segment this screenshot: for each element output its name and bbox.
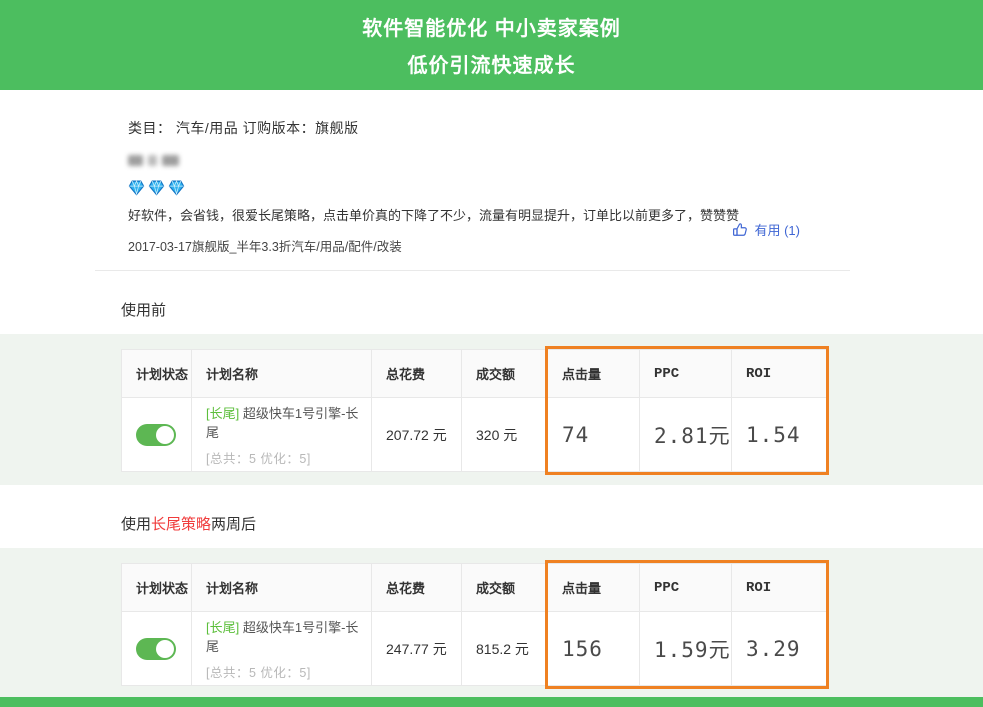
section-title-text: 使用 bbox=[121, 516, 151, 533]
col-header-roi: ROI bbox=[732, 350, 828, 398]
status-cell bbox=[122, 398, 192, 472]
diamond-icon bbox=[148, 179, 165, 196]
thumbs-up-icon bbox=[731, 221, 749, 239]
deal-amount-cell: 815.2 元 bbox=[462, 612, 548, 686]
col-header-ppc: PPC bbox=[640, 350, 732, 398]
toggle-knob bbox=[156, 640, 174, 658]
banner-title-line1: 软件智能优化 中小卖家案例 bbox=[362, 12, 621, 41]
header-banner: 软件智能优化 中小卖家案例 低价引流快速成长 bbox=[0, 0, 983, 90]
table-wrap-after: 计划状态 计划名称 总花费 成交额 点击量 PPC ROI [长尾] 超级快车1… bbox=[121, 563, 827, 686]
col-header-ppc: PPC bbox=[640, 564, 732, 612]
review-block: 类目： 汽车/用品 订购版本：旗舰版 好软件，会省钱，很爱长尾策略，点击单价真的… bbox=[0, 90, 983, 270]
col-header-clicks: 点击量 bbox=[548, 564, 640, 612]
blurred-username bbox=[128, 155, 983, 166]
col-header-cost: 总花费 bbox=[372, 350, 462, 398]
col-header-status: 计划状态 bbox=[122, 564, 192, 612]
col-header-deal: 成交额 bbox=[462, 564, 548, 612]
col-header-deal: 成交额 bbox=[462, 350, 548, 398]
clicks-cell: 74 bbox=[548, 398, 640, 472]
roi-cell: 3.29 bbox=[732, 612, 828, 686]
divider bbox=[95, 270, 850, 271]
plan-name-cell: [长尾] 超级快车1号引擎-长尾 [总共：5 优化：5] bbox=[192, 398, 372, 472]
col-header-roi: ROI bbox=[732, 564, 828, 612]
section-title-text: 使用前 bbox=[121, 302, 166, 319]
review-text: 好软件，会省钱，很爱长尾策略，点击单价真的下降了不少，流量有明显提升，订单比以前… bbox=[128, 205, 983, 224]
section-title-before: 使用前 bbox=[121, 299, 983, 320]
footer-bar bbox=[0, 697, 983, 707]
col-header-status: 计划状态 bbox=[122, 350, 192, 398]
table-band-after: 计划状态 计划名称 总花费 成交额 点击量 PPC ROI [长尾] 超级快车1… bbox=[0, 548, 983, 699]
ppc-cell: 2.81元 bbox=[640, 398, 732, 472]
table-row: [长尾] 超级快车1号引擎-长尾 [总共：5 优化：5] 207.72 元 32… bbox=[122, 398, 828, 472]
banner-title-line2: 低价引流快速成长 bbox=[408, 49, 576, 78]
plan-sub: [总共：5 优化：5] bbox=[206, 662, 371, 681]
total-cost-cell: 207.72 元 bbox=[372, 398, 462, 472]
table-row: [长尾] 超级快车1号引擎-长尾 [总共：5 优化：5] 247.77 元 81… bbox=[122, 612, 828, 686]
helpful-label: 有用 (1) bbox=[754, 220, 800, 239]
ppc-cell: 1.59元 bbox=[640, 612, 732, 686]
section-title-after: 使用长尾策略两周后 bbox=[121, 513, 983, 534]
col-header-cost: 总花费 bbox=[372, 564, 462, 612]
plan-status-toggle[interactable] bbox=[136, 638, 176, 660]
diamond-icon bbox=[128, 179, 145, 196]
table-band-before: 计划状态 计划名称 总花费 成交额 点击量 PPC ROI [长尾] 超级快车1… bbox=[0, 334, 983, 485]
table-header-row: 计划状态 计划名称 总花费 成交额 点击量 PPC ROI bbox=[122, 350, 828, 398]
table-header-row: 计划状态 计划名称 总花费 成交额 点击量 PPC ROI bbox=[122, 564, 828, 612]
plan-tag: [长尾] bbox=[206, 406, 239, 421]
category-meta: 类目： 汽车/用品 订购版本：旗舰版 bbox=[128, 118, 983, 138]
plan-status-toggle[interactable] bbox=[136, 424, 176, 446]
plan-sub: [总共：5 优化：5] bbox=[206, 448, 371, 467]
review-date-line: 2017-03-17旗舰版_半年3.3折汽车/用品/配件/改装 bbox=[128, 236, 983, 255]
helpful-button[interactable]: 有用 (1) bbox=[731, 220, 800, 239]
plan-table-after: 计划状态 计划名称 总花费 成交额 点击量 PPC ROI [长尾] 超级快车1… bbox=[121, 563, 828, 686]
total-cost-cell: 247.77 元 bbox=[372, 612, 462, 686]
roi-cell: 1.54 bbox=[732, 398, 828, 472]
section-title-red: 长尾策略 bbox=[151, 516, 211, 533]
col-header-clicks: 点击量 bbox=[548, 350, 640, 398]
page: 软件智能优化 中小卖家案例 低价引流快速成长 类目： 汽车/用品 订购版本：旗舰… bbox=[0, 0, 983, 707]
clicks-cell: 156 bbox=[548, 612, 640, 686]
col-header-name: 计划名称 bbox=[192, 350, 372, 398]
plan-table-before: 计划状态 计划名称 总花费 成交额 点击量 PPC ROI [长尾] 超级快车1… bbox=[121, 349, 828, 472]
section-title-suffix: 两周后 bbox=[211, 516, 256, 533]
rating-icons bbox=[128, 179, 983, 196]
toggle-knob bbox=[156, 426, 174, 444]
diamond-icon bbox=[168, 179, 185, 196]
plan-name-cell: [长尾] 超级快车1号引擎-长尾 [总共：5 优化：5] bbox=[192, 612, 372, 686]
deal-amount-cell: 320 元 bbox=[462, 398, 548, 472]
plan-tag: [长尾] bbox=[206, 620, 239, 635]
col-header-name: 计划名称 bbox=[192, 564, 372, 612]
status-cell bbox=[122, 612, 192, 686]
table-wrap-before: 计划状态 计划名称 总花费 成交额 点击量 PPC ROI [长尾] 超级快车1… bbox=[121, 349, 827, 472]
